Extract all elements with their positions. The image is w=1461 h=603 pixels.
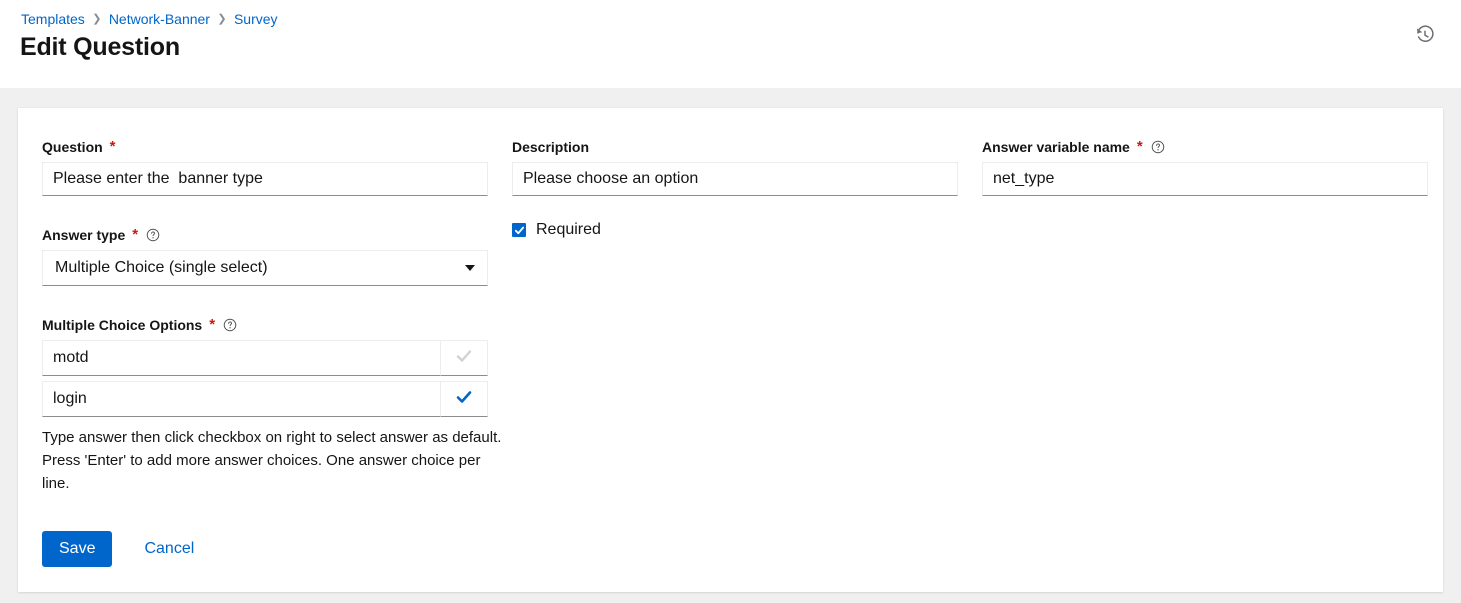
form-column-right: Answer variable name * — [982, 138, 1428, 196]
edit-question-card: Question * Answer type * — [18, 108, 1443, 592]
answer-type-select[interactable]: Multiple Choice (single select) — [42, 250, 488, 286]
cancel-button[interactable]: Cancel — [136, 531, 202, 567]
answer-variable-name-group: Answer variable name * — [982, 138, 1428, 196]
question-field-group: Question * — [42, 138, 488, 196]
multiple-choice-options-group: Multiple Choice Options * — [42, 316, 488, 495]
option-default-toggle-1[interactable] — [440, 340, 488, 376]
description-label: Description — [512, 138, 589, 156]
help-circle-icon[interactable] — [223, 318, 237, 332]
multiple-choice-options-label: Multiple Choice Options — [42, 316, 202, 334]
form-column-left: Question * Answer type * — [42, 138, 488, 495]
answer-variable-name-input[interactable] — [982, 162, 1428, 196]
option-row — [42, 340, 488, 376]
check-icon — [454, 387, 474, 412]
form-actions: Save Cancel — [42, 531, 202, 567]
question-label: Question — [42, 138, 103, 156]
history-button[interactable] — [1407, 18, 1443, 54]
option-input-2[interactable] — [42, 381, 440, 417]
option-input-1[interactable] — [42, 340, 440, 376]
description-label-row: Description — [512, 138, 958, 156]
answer-type-label-row: Answer type * — [42, 226, 488, 244]
history-icon — [1415, 25, 1435, 48]
form-column-middle: Description Required — [512, 138, 958, 241]
answer-type-field-group: Answer type * Multiple Choice (single se… — [42, 226, 488, 286]
breadcrumb-separator-icon: ❯ — [85, 10, 109, 28]
answer-type-label: Answer type — [42, 226, 125, 244]
save-button[interactable]: Save — [42, 531, 112, 567]
helper-text-line-2: Press 'Enter' to add more answer choices… — [42, 449, 502, 495]
option-row — [42, 381, 488, 417]
multiple-choice-helper-text: Type answer then click checkbox on right… — [42, 426, 502, 495]
option-default-toggle-2[interactable] — [440, 381, 488, 417]
answer-variable-name-label: Answer variable name — [982, 138, 1130, 156]
required-checkbox-row: Required — [512, 219, 958, 241]
answer-type-select-wrap: Multiple Choice (single select) — [42, 250, 488, 286]
description-input[interactable] — [512, 162, 958, 196]
page-header: Templates ❯ Network-Banner ❯ Survey Edit… — [0, 0, 1461, 88]
required-asterisk: * — [110, 140, 116, 154]
breadcrumb: Templates ❯ Network-Banner ❯ Survey — [21, 10, 278, 28]
question-label-row: Question * — [42, 138, 488, 156]
required-asterisk: * — [209, 318, 215, 332]
help-circle-icon[interactable] — [146, 228, 160, 242]
breadcrumb-separator-icon: ❯ — [210, 10, 234, 28]
required-asterisk: * — [1137, 140, 1143, 154]
breadcrumb-item-network-banner[interactable]: Network-Banner — [109, 10, 210, 28]
check-icon — [514, 225, 525, 236]
helper-text-line-1: Type answer then click checkbox on right… — [42, 426, 502, 449]
required-asterisk: * — [132, 228, 138, 242]
page-title: Edit Question — [20, 31, 180, 63]
help-circle-icon[interactable] — [1151, 140, 1165, 154]
caret-down-icon — [465, 265, 475, 271]
question-input[interactable] — [42, 162, 488, 196]
description-field-group: Description — [512, 138, 958, 196]
required-checkbox-label[interactable]: Required — [536, 219, 601, 241]
required-checkbox[interactable] — [512, 223, 526, 237]
answer-type-selected-value: Multiple Choice (single select) — [55, 256, 457, 280]
breadcrumb-item-templates[interactable]: Templates — [21, 10, 85, 28]
multiple-choice-options-label-row: Multiple Choice Options * — [42, 316, 488, 334]
breadcrumb-item-survey[interactable]: Survey — [234, 10, 278, 28]
answer-variable-name-label-row: Answer variable name * — [982, 138, 1428, 156]
check-icon — [454, 346, 474, 371]
card-body: Question * Answer type * — [42, 108, 1442, 592]
